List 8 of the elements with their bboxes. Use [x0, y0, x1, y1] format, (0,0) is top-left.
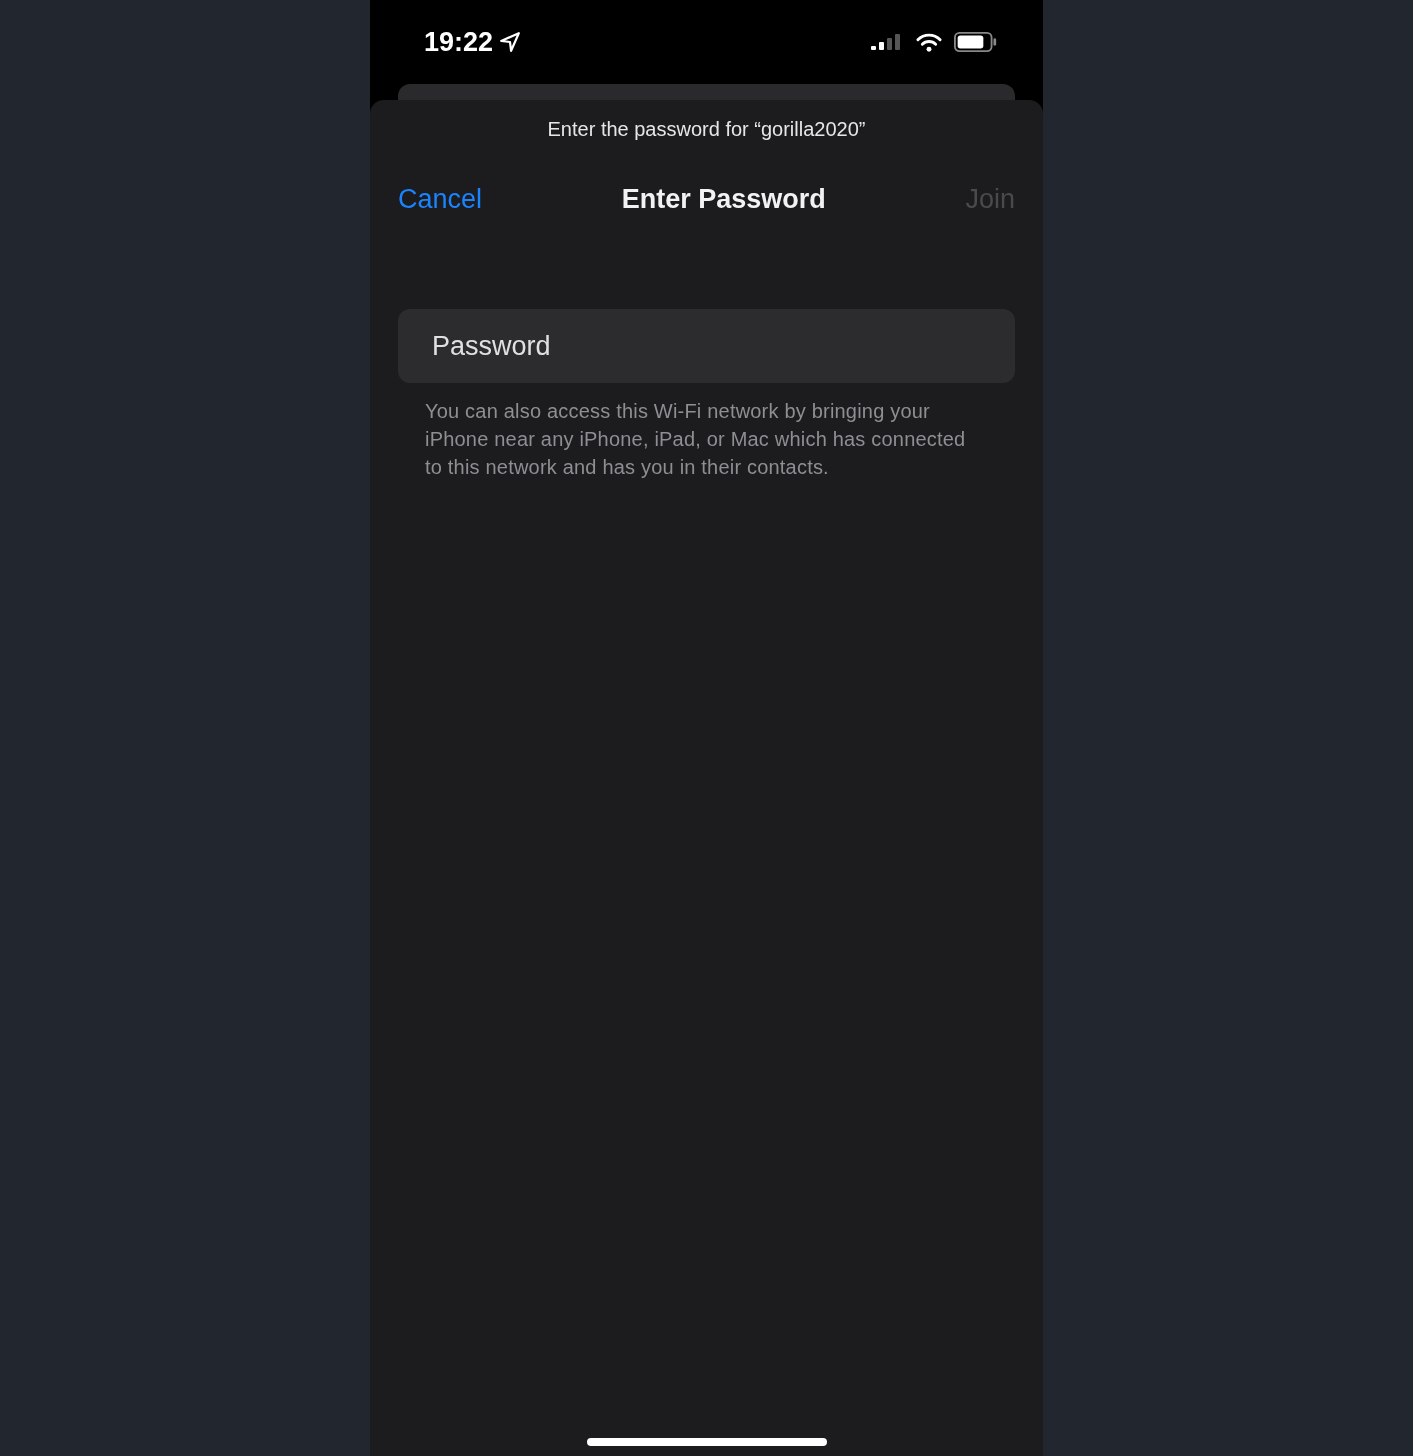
wifi-icon	[915, 32, 943, 52]
cancel-button[interactable]: Cancel	[398, 183, 483, 215]
battery-icon	[953, 31, 999, 53]
sheet-subtitle: Enter the password for “gorilla2020”	[546, 118, 867, 141]
footnote-text: You can also access this Wi-Fi network by bringing your iPhone near any iPhone, iPad, or Mac which has connected to this network and has you in their contacts.	[425, 399, 967, 480]
clock-time: 19:22	[424, 26, 494, 58]
password-field[interactable]: Password	[398, 309, 1015, 383]
sheet-title: Enter Password	[621, 183, 826, 215]
